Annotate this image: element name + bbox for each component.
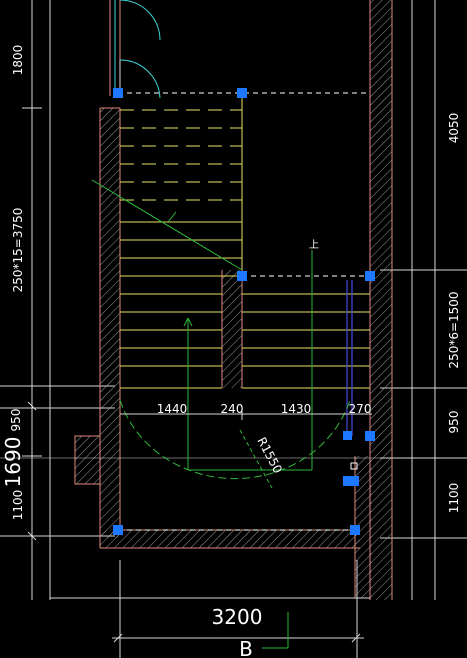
grip-rail-end[interactable] bbox=[365, 431, 375, 441]
stair-path-leader bbox=[91, 179, 351, 489]
left-wall bbox=[99, 107, 121, 548]
grip-corner-right[interactable] bbox=[343, 476, 359, 486]
divider-wall bbox=[221, 270, 243, 388]
dim-3200: 3200 bbox=[212, 605, 263, 629]
upper-flight-dashed bbox=[120, 109, 242, 201]
grip-bottom-right[interactable] bbox=[350, 525, 360, 535]
axis-label-b: B bbox=[239, 637, 253, 658]
dim-240: 240 bbox=[221, 402, 244, 416]
column-stub bbox=[74, 435, 101, 485]
dim-1440: 1440 bbox=[157, 402, 188, 416]
bottom-wall bbox=[100, 456, 372, 598]
dim-1800: 1800 bbox=[11, 45, 25, 76]
overall-width-dim bbox=[112, 633, 364, 643]
grip-bottom-left[interactable] bbox=[113, 525, 123, 535]
right-flight-treads bbox=[241, 96, 370, 389]
dim-1690: 1690 bbox=[1, 437, 25, 488]
grip-top-left[interactable] bbox=[113, 88, 123, 98]
door-swing bbox=[109, 0, 161, 99]
stair-up-mark: 上 bbox=[309, 239, 319, 251]
dim-3750: 250*15=3750 bbox=[11, 208, 25, 293]
axis-marker bbox=[262, 612, 289, 649]
grip-top-mid[interactable] bbox=[237, 88, 247, 98]
dim-1430: 1430 bbox=[281, 402, 312, 416]
grip-landing-right[interactable] bbox=[365, 271, 375, 281]
cad-drawing-canvas[interactable]: 1800 250*15=3750 950 1100 1690 4050 250*… bbox=[0, 0, 467, 658]
dim-4050: 4050 bbox=[447, 113, 461, 144]
dim-270: 270 bbox=[349, 402, 372, 416]
right-wall bbox=[369, 0, 393, 600]
dim-950-right: 950 bbox=[447, 411, 461, 434]
dim-1100-right: 1100 bbox=[447, 483, 461, 514]
dim-950-left: 950 bbox=[9, 409, 23, 432]
grip-rail-bottom[interactable] bbox=[343, 431, 352, 440]
dim-1100-left: 1100 bbox=[11, 490, 25, 521]
dim-1500: 250*6=1500 bbox=[447, 291, 461, 368]
grip-landing-left[interactable] bbox=[237, 271, 247, 281]
